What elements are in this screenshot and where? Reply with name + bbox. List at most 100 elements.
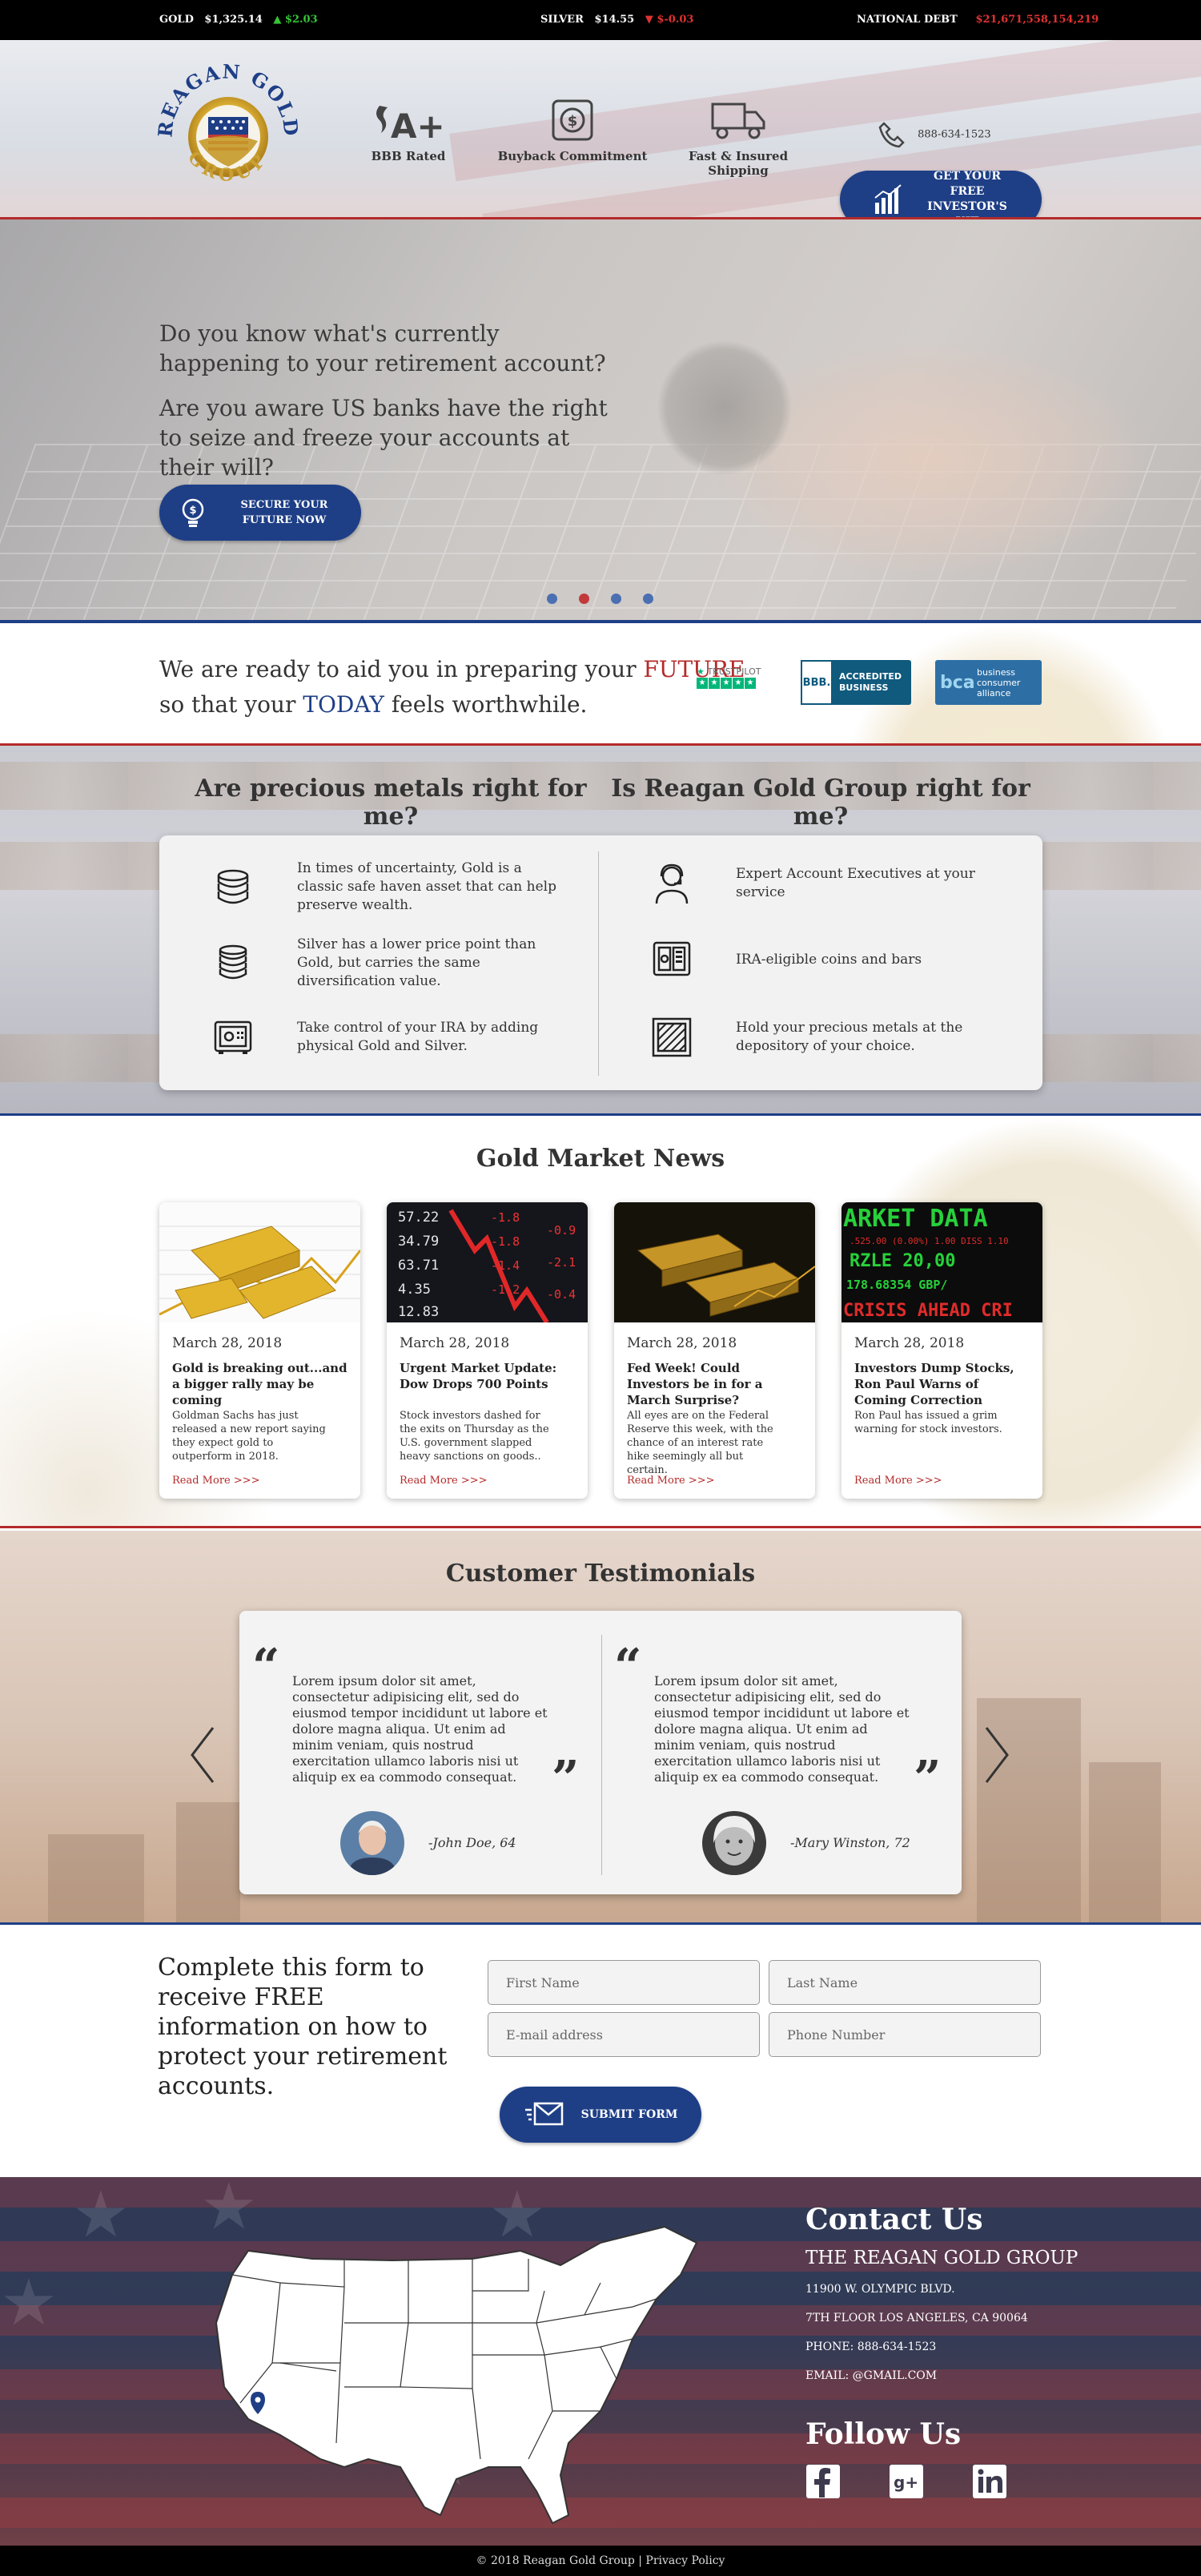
footer-phone[interactable]: PHONE: 888-634-1523 — [805, 2341, 936, 2353]
dollar-cycle-icon: $ — [492, 96, 653, 144]
phone-icon — [878, 122, 905, 148]
open-quote-icon: “ — [252, 1639, 280, 1695]
svg-text:g+: g+ — [894, 2473, 918, 2492]
bbb-badge[interactable]: BBB. ACCREDITED BUSINESS — [801, 660, 911, 705]
svg-text:ARKET DATA: ARKET DATA — [843, 1205, 988, 1233]
market-ticker-bar: GOLD $1,325.14 ▲ $2.03 SILVER $14.55 ▼ $… — [0, 0, 1201, 40]
news-excerpt: Ron Paul has issued a grim warning for s… — [854, 1410, 1002, 1435]
news-title[interactable]: Urgent Market Update: Dow Drops 700 Poin… — [400, 1360, 576, 1392]
news-date: March 28, 2018 — [854, 1335, 965, 1351]
slider-dot-3[interactable] — [611, 594, 621, 604]
testimonial-quote: Lorem ipsum dolor sit amet, consectetur … — [654, 1673, 910, 1785]
hero-banner: Do you know what's currently happening t… — [0, 219, 1201, 623]
address-line-2: 7TH FLOOR LOS ANGELES, CA 90064 — [805, 2312, 1028, 2324]
testimonials-card: “ Lorem ipsum dolor sit amet, consectetu… — [239, 1611, 962, 1894]
news-card[interactable]: March 28, 2018 Fed Week! Could Investors… — [614, 1202, 815, 1499]
ready-tagline: We are ready to aid you in preparing you… — [159, 656, 745, 718]
us-map-image[interactable] — [184, 2203, 705, 2531]
investor-kit-button[interactable]: GET YOUR FREE INVESTOR'S KIT — [840, 170, 1042, 217]
news-excerpt: Goldman Sachs has just released a new re… — [172, 1410, 326, 1463]
svg-text:4.35: 4.35 — [398, 1282, 431, 1298]
today-accent: TODAY — [303, 691, 384, 718]
slider-dot-4[interactable] — [643, 594, 653, 604]
slider-dot-1[interactable] — [547, 594, 557, 604]
bca-badge[interactable]: bca business consumer alliance — [935, 660, 1042, 705]
vault-icon — [648, 936, 696, 984]
avatar — [340, 1811, 404, 1875]
svg-text:12.83: 12.83 — [398, 1304, 439, 1320]
feature-label: Buyback Commitment — [497, 149, 648, 163]
first-name-field[interactable] — [488, 1960, 760, 2005]
svg-text:A+: A+ — [391, 107, 445, 143]
svg-text:34.79: 34.79 — [398, 1234, 439, 1250]
linkedin-icon[interactable] — [972, 2464, 1007, 2499]
secure-future-button[interactable]: $ SECURE YOUR FUTURE NOW — [159, 485, 361, 541]
svg-text:178.68354 GBP/: 178.68354 GBP/ — [846, 1278, 947, 1292]
silver-coin-stack-icon — [209, 940, 257, 988]
svg-text:$: $ — [189, 505, 196, 517]
read-more-link[interactable]: Read More >>> — [627, 1475, 715, 1487]
kit-button-label: GET YOUR FREE INVESTOR'S KIT — [927, 170, 1007, 217]
testimonial-name: -John Doe, 64 — [428, 1835, 516, 1850]
phone-field[interactable] — [769, 2012, 1041, 2057]
testimonials-heading: Customer Testimonials — [445, 1560, 756, 1588]
last-name-field[interactable] — [769, 1960, 1041, 2005]
lead-form-section: Complete this form to receive FREE infor… — [0, 1927, 1201, 2177]
copyright-bar: © 2018 Reagan Gold Group | Privacy Polic… — [0, 2546, 1201, 2576]
secure-button-label: SECURE YOUR FUTURE NOW — [240, 499, 328, 526]
a-plus-icon: A+ — [328, 96, 488, 144]
news-title[interactable]: Fed Week! Could Investors be in for a Ma… — [627, 1360, 803, 1408]
read-more-link[interactable]: Read More >>> — [854, 1475, 942, 1487]
svg-text:-1.8: -1.8 — [491, 1234, 520, 1249]
news-card[interactable]: ARKET DATA RZLE 20,00 178.68354 GBP/CRISIS… — [842, 1202, 1042, 1499]
arrow-down-icon: ▼ — [645, 14, 653, 26]
next-arrow-icon[interactable] — [982, 1723, 1014, 1787]
reagan-gold-logo[interactable]: REAGAN GOLD GROUP — [152, 54, 304, 207]
submit-form-button[interactable]: SUBMIT FORM — [500, 2087, 701, 2143]
news-card[interactable]: March 28, 2018 Gold is breaking out...an… — [159, 1202, 360, 1499]
header-phone[interactable]: 888-634-1523 — [876, 119, 991, 151]
gold-coin-stack-icon — [209, 863, 257, 912]
read-more-link[interactable]: Read More >>> — [400, 1475, 488, 1487]
list-item: Expert Account Executives at your servic… — [648, 859, 1008, 908]
follow-heading: Follow Us — [805, 2417, 962, 2451]
news-date: March 28, 2018 — [172, 1335, 283, 1351]
copyright-text: © 2018 Reagan Gold Group — [476, 2554, 635, 2567]
feature-label: Fast & Insured Shipping — [688, 149, 789, 178]
gold-market-news-section: Gold Market News March 28, 2018 Gold is … — [0, 1116, 1201, 1528]
list-item: IRA-eligible coins and bars — [648, 936, 1008, 984]
feature-buyback: $ Buyback Commitment — [492, 96, 653, 163]
news-date: March 28, 2018 — [627, 1335, 737, 1351]
footer-email[interactable]: EMAIL: @GMAIL.COM — [805, 2369, 937, 2382]
bulb-icon: $ — [182, 498, 204, 527]
arrow-up-icon: ▲ — [273, 14, 282, 26]
gold-label: GOLD — [159, 14, 194, 26]
bca-logo-icon: bca — [940, 672, 975, 693]
google-plus-icon[interactable]: g+ — [889, 2464, 924, 2499]
five-stars-icon: ★ ★ ★ ★ ★ — [697, 677, 769, 689]
address-line-1: 11900 W. OLYMPIC BLVD. — [805, 2283, 955, 2296]
gold-bars-chart-image — [159, 1202, 360, 1322]
email-field[interactable] — [488, 2012, 760, 2057]
slider-dot-2[interactable] — [579, 594, 589, 604]
news-title[interactable]: Investors Dump Stocks, Ron Paul Warns of… — [854, 1360, 1030, 1408]
list-item: Take control of your IRA by adding physi… — [209, 1013, 561, 1061]
news-excerpt: Stock investors dashed for the exits on … — [400, 1410, 549, 1463]
trustpilot-badge[interactable]: ★ TRUSTPILOT ★ ★ ★ ★ ★ — [697, 660, 769, 705]
headset-agent-icon — [648, 859, 696, 908]
privacy-policy-link[interactable]: Privacy Policy — [645, 2554, 725, 2567]
news-excerpt: All eyes are on the Federal Reserve this… — [627, 1410, 773, 1476]
open-quote-icon: “ — [614, 1639, 642, 1695]
envelope-icon — [524, 2102, 563, 2126]
news-title[interactable]: Gold is breaking out...and a bigger rall… — [172, 1360, 348, 1408]
safe-icon — [209, 1013, 257, 1061]
svg-text:CRISIS AHEAD CRI: CRISIS AHEAD CRI — [843, 1301, 1013, 1321]
stock-board-image: 57.22 34.79 63.71 4.35 12.83 -1.8 -1.8 -1.4 -1.2… — [387, 1202, 588, 1324]
prev-arrow-icon[interactable] — [186, 1723, 218, 1787]
news-card[interactable]: 57.22 34.79 63.71 4.35 12.83 -1.8 -1.8 -1.4 -1.2… — [387, 1202, 588, 1499]
debt-label: NATIONAL DEBT — [857, 14, 958, 26]
hero-question-1: Do you know what's currently happening t… — [159, 320, 606, 376]
facebook-icon[interactable] — [805, 2464, 841, 2499]
svg-text:$: $ — [568, 113, 578, 130]
read-more-link[interactable]: Read More >>> — [172, 1475, 260, 1487]
